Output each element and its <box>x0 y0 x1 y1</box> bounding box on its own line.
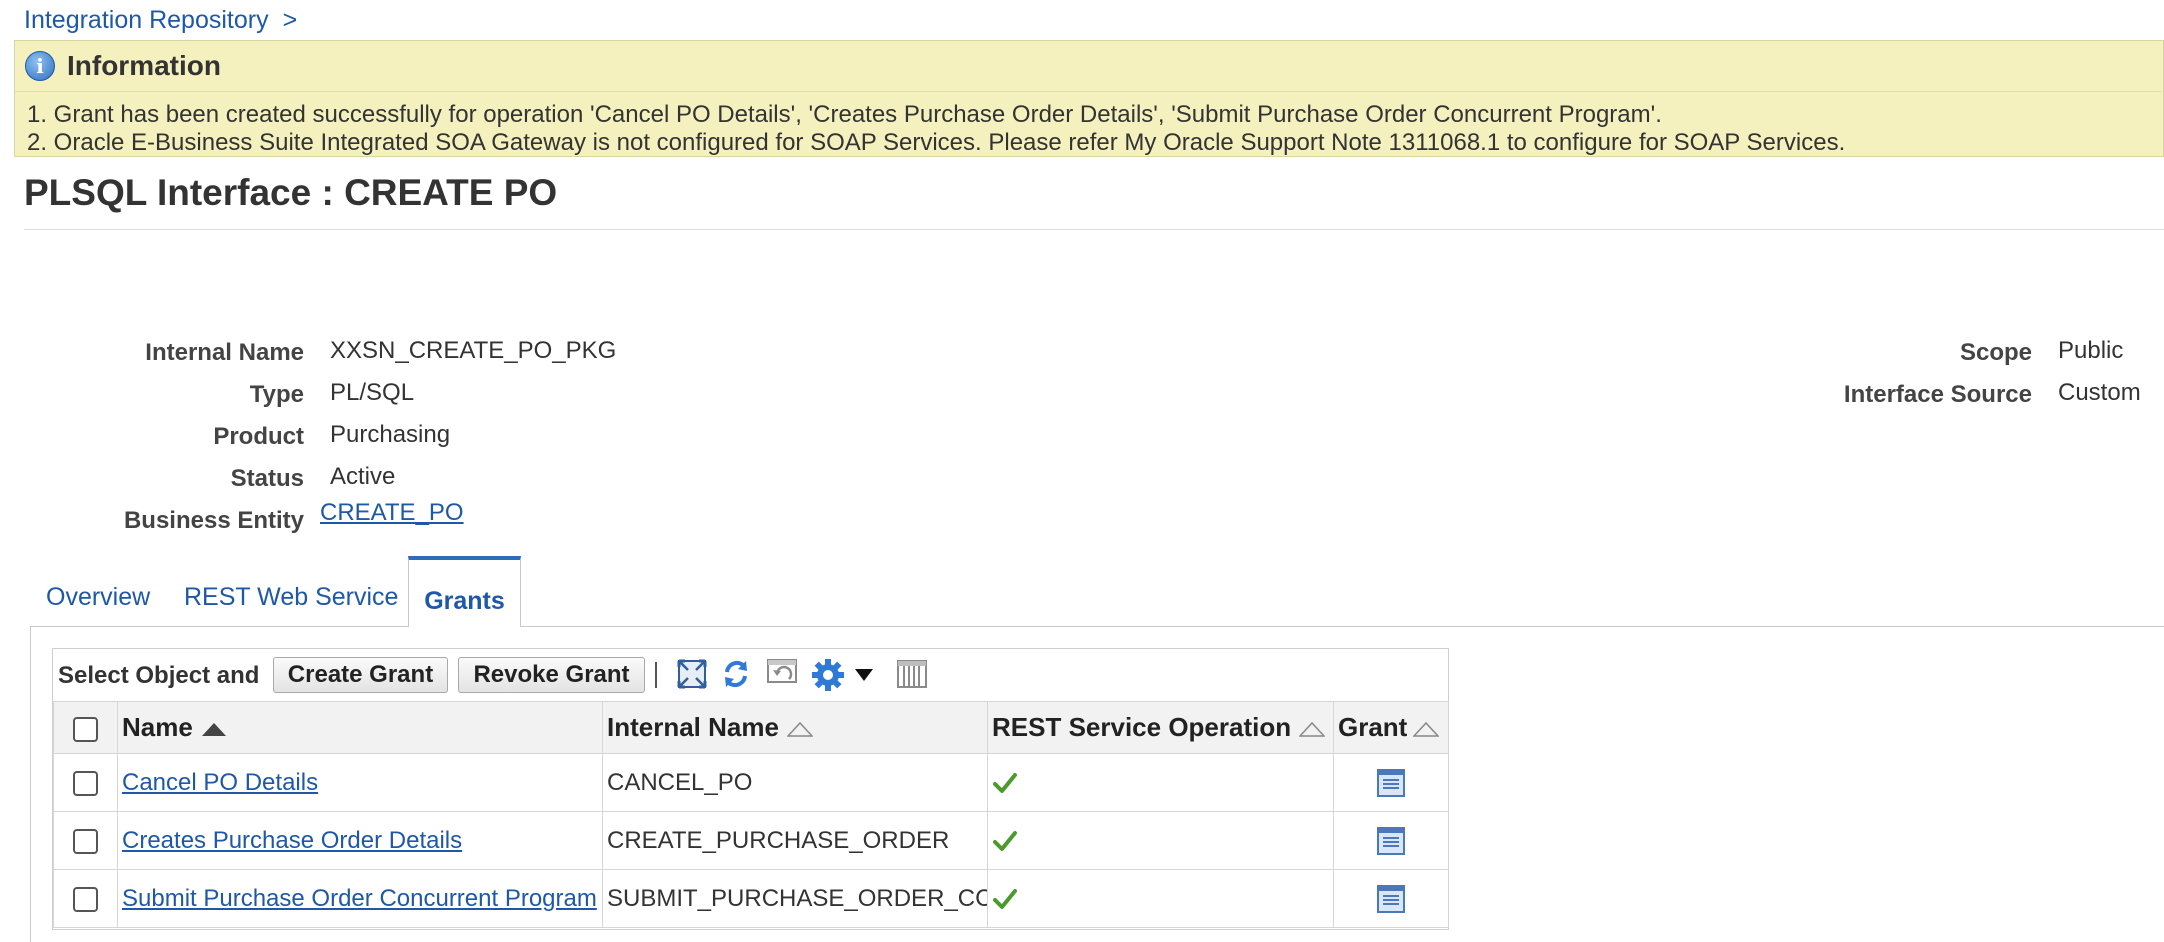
property-label-type: Type <box>249 381 304 408</box>
property-value-type: PL/SQL <box>330 379 415 406</box>
grant-cell <box>1333 811 1449 870</box>
refresh-icon[interactable] <box>719 657 753 691</box>
freeze-columns-icon[interactable] <box>896 657 928 691</box>
grant-cell <box>1333 753 1449 812</box>
sort-icon[interactable] <box>1299 721 1326 737</box>
operation-name-link[interactable]: Cancel PO Details <box>122 769 318 796</box>
name-cell: Submit Purchase Order Concurrent Program <box>117 869 603 928</box>
property-value-status: Active <box>330 463 396 490</box>
column-header-rest-service-operation[interactable]: REST Service Operation <box>987 701 1334 754</box>
row-checkbox[interactable] <box>73 886 98 912</box>
information-message: 2. Oracle E-Business Suite Integrated SO… <box>27 129 1846 156</box>
sort-icon[interactable] <box>786 721 813 737</box>
sort-ascending-icon[interactable] <box>201 721 227 737</box>
tab-grants-label: Grants <box>424 587 505 615</box>
info-icon: i <box>25 51 55 81</box>
column-header-grant[interactable]: Grant <box>1333 701 1449 754</box>
title-divider <box>24 229 2164 230</box>
content-border <box>30 626 31 942</box>
detach-icon[interactable] <box>675 657 709 691</box>
business-entity-link[interactable]: CREATE_PO <box>320 499 464 527</box>
select-all-cell <box>53 701 118 754</box>
grant-cell <box>1333 869 1449 928</box>
column-label-grant: Grant <box>1338 712 1408 742</box>
information-message-list: 1. Grant has been created successfully f… <box>15 101 1845 157</box>
tab-overview[interactable]: Overview <box>46 583 150 612</box>
revoke-grant-button[interactable]: Revoke Grant <box>458 657 645 693</box>
rest-operation-cell <box>987 869 1334 928</box>
dropdown-arrow-icon[interactable] <box>854 667 874 683</box>
operation-name-link[interactable]: Submit Purchase Order Concurrent Program <box>122 885 597 912</box>
row-select-cell <box>53 811 118 870</box>
settings-gear-icon[interactable] <box>810 657 846 693</box>
column-label-name: Name <box>122 712 193 742</box>
information-title: Information <box>67 50 221 81</box>
internal-name-cell: CANCEL_PO <box>602 753 988 812</box>
breadcrumb-separator: > <box>282 6 298 34</box>
property-label-internal-name: Internal Name <box>145 339 304 366</box>
property-value-internal-name: XXSN_CREATE_PO_PKG <box>330 337 617 364</box>
column-label-internal-name: Internal Name <box>607 712 779 742</box>
name-cell: Creates Purchase Order Details <box>117 811 603 870</box>
property-value-scope: Public <box>2058 337 2124 364</box>
row-checkbox[interactable] <box>73 770 98 796</box>
table-header-row: Name Internal Name REST Service Operatio… <box>53 701 1449 754</box>
rest-operation-cell <box>987 753 1334 812</box>
column-header-name[interactable]: Name <box>117 701 603 754</box>
undo-icon[interactable] <box>765 657 799 691</box>
toolbar-label: Select Object and <box>58 662 260 689</box>
property-label-interface-source: Interface Source <box>1843 381 2032 408</box>
create-grant-button[interactable]: Create Grant <box>273 657 448 693</box>
rest-operation-cell <box>987 811 1334 870</box>
tab-grants[interactable]: Grants <box>408 556 521 627</box>
tabs-divider <box>30 626 408 627</box>
row-select-cell <box>53 753 118 812</box>
table-row: Cancel PO Details CANCEL_PO <box>53 753 1449 812</box>
breadcrumb: Integration Repository > <box>24 6 297 35</box>
sort-icon[interactable] <box>1413 721 1440 737</box>
grant-details-icon[interactable] <box>1377 768 1405 797</box>
grants-table-region: Select Object and Create Grant Revoke Gr… <box>52 648 1449 930</box>
property-value-product: Purchasing <box>330 421 451 448</box>
tabs-divider <box>520 626 2164 627</box>
property-label-scope: Scope <box>1959 339 2032 366</box>
tab-rest-web-service[interactable]: REST Web Service <box>184 583 398 612</box>
grant-details-icon[interactable] <box>1377 884 1405 913</box>
grants-table: Name Internal Name REST Service Operatio… <box>53 701 1449 928</box>
property-label-product: Product <box>213 423 304 450</box>
information-header: i Information <box>15 41 2163 92</box>
row-checkbox[interactable] <box>73 828 98 854</box>
select-all-checkbox[interactable] <box>73 716 98 742</box>
table-toolbar: Select Object and Create Grant Revoke Gr… <box>53 649 1448 701</box>
property-value-interface-source: Custom <box>2058 379 2141 406</box>
checkmark-icon <box>993 773 1017 794</box>
checkmark-icon <box>993 889 1017 910</box>
toolbar-separator <box>655 662 657 688</box>
table-row: Submit Purchase Order Concurrent Program… <box>53 869 1449 928</box>
breadcrumb-link-integration-repository[interactable]: Integration Repository <box>24 6 269 34</box>
operation-name-link[interactable]: Creates Purchase Order Details <box>122 827 462 854</box>
column-header-internal-name[interactable]: Internal Name <box>602 701 988 754</box>
column-label-rest-service-operation: REST Service Operation <box>992 712 1292 742</box>
property-label-business-entity: Business Entity <box>123 507 304 534</box>
internal-name-cell: CREATE_PURCHASE_ORDER <box>602 811 988 870</box>
grant-details-icon[interactable] <box>1377 826 1405 855</box>
information-message: 1. Grant has been created successfully f… <box>27 101 1662 128</box>
table-row: Creates Purchase Order Details CREATE_PU… <box>53 811 1449 870</box>
checkmark-icon <box>993 831 1017 852</box>
property-label-status: Status <box>230 465 304 492</box>
information-message-box: i Information 1. Grant has been created … <box>14 40 2164 157</box>
internal-name-cell: SUBMIT_PURCHASE_ORDER_CC <box>602 869 988 928</box>
row-select-cell <box>53 869 118 928</box>
name-cell: Cancel PO Details <box>117 753 603 812</box>
page-title: PLSQL Interface : CREATE PO <box>24 172 558 213</box>
